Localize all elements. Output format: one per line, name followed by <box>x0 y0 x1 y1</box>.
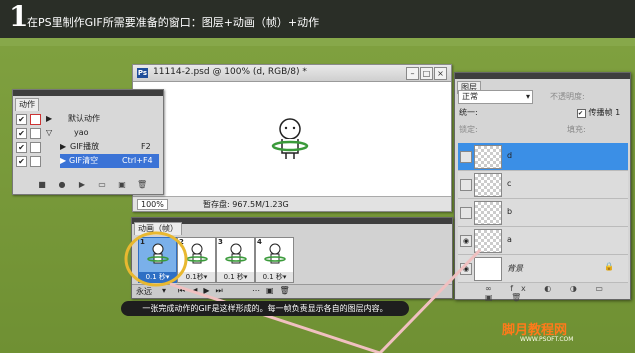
pointer-line-left <box>169 282 381 353</box>
highlight-circle <box>124 231 188 287</box>
site-logo-url: WWW.PSOFT.COM <box>520 336 574 343</box>
caption: 一张完成动作的GIF是这样形成的。每一帧负责显示各自的图层内容。 <box>121 301 409 316</box>
